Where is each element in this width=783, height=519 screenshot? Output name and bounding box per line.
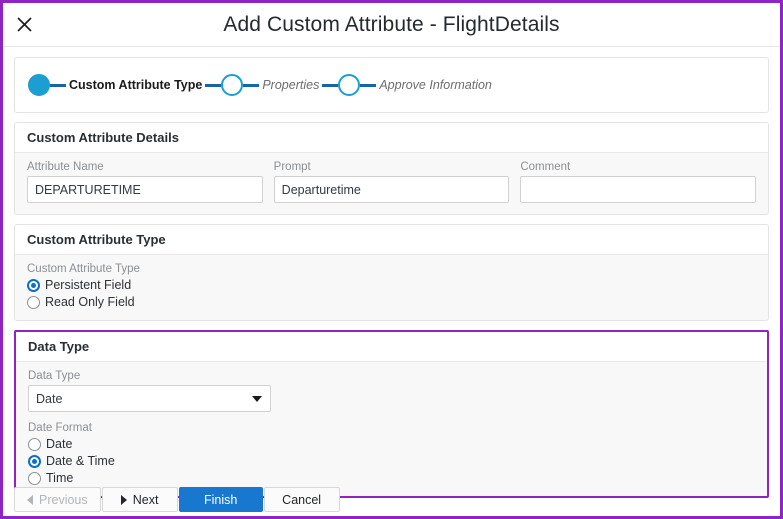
wizard-step-approve-information[interactable]: Approve Information — [322, 74, 495, 96]
step-connector — [322, 84, 338, 87]
arrow-right-icon — [121, 495, 127, 505]
radio-persistent-field[interactable]: Persistent Field — [27, 278, 756, 292]
finish-button-label: Finish — [204, 493, 237, 507]
next-button-label: Next — [133, 493, 159, 507]
wizard-step-properties[interactable]: Properties — [205, 74, 322, 96]
data-type-select-label: Data Type — [28, 370, 755, 382]
radio-label: Date & Time — [46, 454, 115, 468]
close-icon[interactable] — [13, 13, 35, 35]
attribute-name-input[interactable] — [27, 176, 263, 203]
prompt-input[interactable] — [274, 176, 510, 203]
wizard-stepper: Custom Attribute Type Properties Approve… — [14, 57, 769, 113]
step-dot-icon — [221, 74, 243, 96]
dialog-footer: Previous Next Finish Cancel — [14, 487, 340, 512]
attribute-type-group-label: Custom Attribute Type — [27, 263, 756, 275]
radio-label: Date — [46, 437, 72, 451]
dialog-window: Add Custom Attribute - FlightDetails Cus… — [0, 0, 783, 519]
section-heading: Custom Attribute Type — [15, 225, 768, 255]
cancel-button-label: Cancel — [282, 493, 321, 507]
finish-button[interactable]: Finish — [179, 487, 263, 512]
section-body: Data Type Date Date Format Date Date & T… — [16, 362, 767, 496]
wizard-step-label: Approve Information — [376, 78, 495, 92]
previous-button-label: Previous — [39, 493, 88, 507]
dialog-body: Custom Attribute Type Properties Approve… — [3, 47, 780, 498]
previous-button[interactable]: Previous — [14, 487, 101, 512]
wizard-step-label: Custom Attribute Type — [66, 78, 205, 92]
step-dot-icon — [338, 74, 360, 96]
radio-icon — [28, 455, 41, 468]
radio-date-and-time[interactable]: Date & Time — [28, 454, 755, 468]
comment-label: Comment — [520, 161, 756, 173]
custom-attribute-details-section: Custom Attribute Details Attribute Name … — [14, 122, 769, 215]
comment-field-group: Comment — [520, 161, 756, 203]
radio-icon — [28, 472, 41, 485]
custom-attribute-type-section: Custom Attribute Type Custom Attribute T… — [14, 224, 769, 321]
dialog-titlebar: Add Custom Attribute - FlightDetails — [3, 3, 780, 47]
step-dot-icon — [28, 74, 50, 96]
attribute-name-field-group: Attribute Name — [27, 161, 263, 203]
radio-icon — [27, 279, 40, 292]
radio-time[interactable]: Time — [28, 471, 755, 485]
section-body: Custom Attribute Type Persistent Field R… — [15, 255, 768, 320]
arrow-left-icon — [27, 495, 33, 505]
wizard-step-label: Properties — [259, 78, 322, 92]
attribute-name-label: Attribute Name — [27, 161, 263, 173]
section-body: Attribute Name Prompt Comment — [15, 153, 768, 214]
prompt-label: Prompt — [274, 161, 510, 173]
step-connector — [360, 84, 376, 87]
radio-label: Read Only Field — [45, 295, 135, 309]
data-type-section: Data Type Data Type Date Date Format Dat… — [14, 330, 769, 498]
section-heading: Custom Attribute Details — [15, 123, 768, 153]
data-type-selected-value: Date — [36, 392, 62, 406]
radio-icon — [27, 296, 40, 309]
dialog-title: Add Custom Attribute - FlightDetails — [3, 13, 780, 37]
cancel-button[interactable]: Cancel — [264, 487, 340, 512]
radio-label: Persistent Field — [45, 278, 131, 292]
radio-icon — [28, 438, 41, 451]
data-type-select[interactable]: Date — [28, 385, 271, 412]
radio-date[interactable]: Date — [28, 437, 755, 451]
comment-input[interactable] — [520, 176, 756, 203]
step-connector — [50, 84, 66, 87]
next-button[interactable]: Next — [102, 487, 178, 512]
date-format-group-label: Date Format — [28, 422, 755, 434]
radio-read-only-field[interactable]: Read Only Field — [27, 295, 756, 309]
section-heading: Data Type — [16, 332, 767, 362]
radio-label: Time — [46, 471, 73, 485]
wizard-step-custom-attribute-type[interactable]: Custom Attribute Type — [28, 74, 205, 96]
step-connector — [243, 84, 259, 87]
step-connector — [205, 84, 221, 87]
prompt-field-group: Prompt — [274, 161, 510, 203]
data-type-select-wrapper: Date — [28, 385, 271, 412]
